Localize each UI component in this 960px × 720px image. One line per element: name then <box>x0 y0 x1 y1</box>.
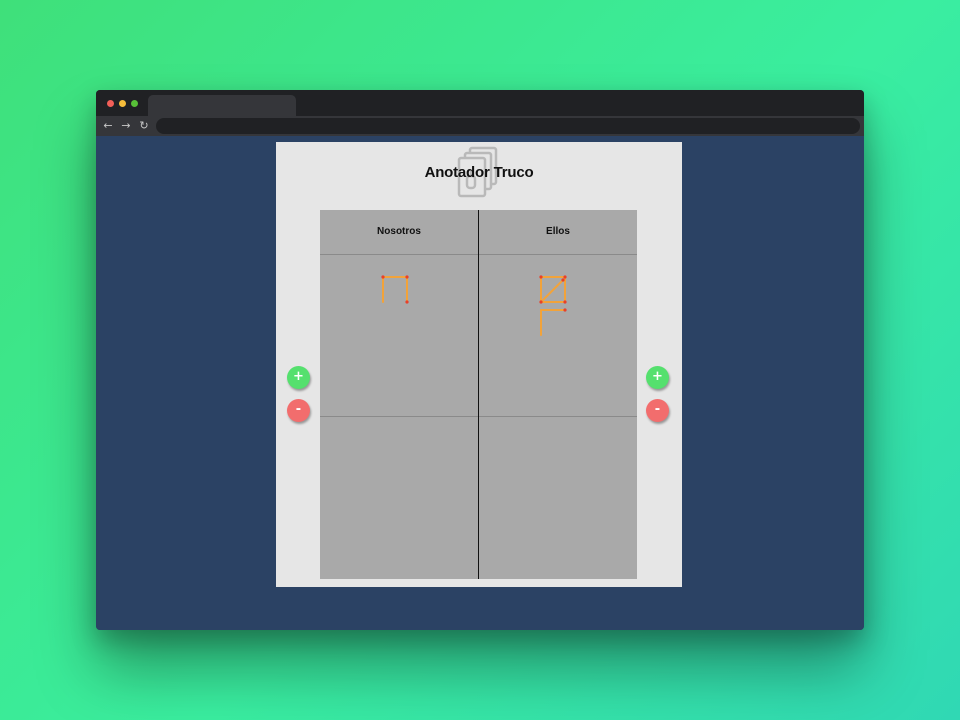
matchstick-tally-ellos-group-2 <box>540 308 567 336</box>
nosotros-remove-point-button[interactable]: - <box>287 399 310 422</box>
browser-tab[interactable] <box>148 95 296 116</box>
ellos-remove-point-button[interactable]: - <box>646 399 669 422</box>
ellos-add-point-button[interactable]: + <box>646 366 669 389</box>
back-arrow-icon[interactable]: ← <box>101 119 115 133</box>
address-bar[interactable] <box>156 118 860 134</box>
truco-app-panel: Anotador Truco Nosotros Ellos + - + - <box>276 142 682 587</box>
team-name-ellos: Ellos <box>546 226 570 237</box>
browser-toolbar: ← → ↻ <box>96 116 864 136</box>
team-name-nosotros: Nosotros <box>377 226 421 237</box>
forward-arrow-icon[interactable]: → <box>119 119 133 133</box>
nosotros-add-point-button[interactable]: + <box>287 366 310 389</box>
scoreboard: Nosotros Ellos <box>320 210 637 579</box>
matchstick-tally-ellos-group-1 <box>539 275 567 304</box>
page-title: Anotador Truco <box>424 164 534 181</box>
page-content: Anotador Truco Nosotros Ellos + - + - <box>96 136 864 630</box>
matchstick-tally-nosotros <box>381 275 409 304</box>
browser-titlebar <box>96 90 864 116</box>
close-window-button[interactable] <box>107 100 114 107</box>
maximize-window-button[interactable] <box>131 100 138 107</box>
minimize-window-button[interactable] <box>119 100 126 107</box>
column-divider <box>478 210 479 579</box>
browser-window: ← → ↻ Anotador Truco Nosotros Ellos + - … <box>96 90 864 630</box>
reload-icon[interactable]: ↻ <box>137 119 151 133</box>
